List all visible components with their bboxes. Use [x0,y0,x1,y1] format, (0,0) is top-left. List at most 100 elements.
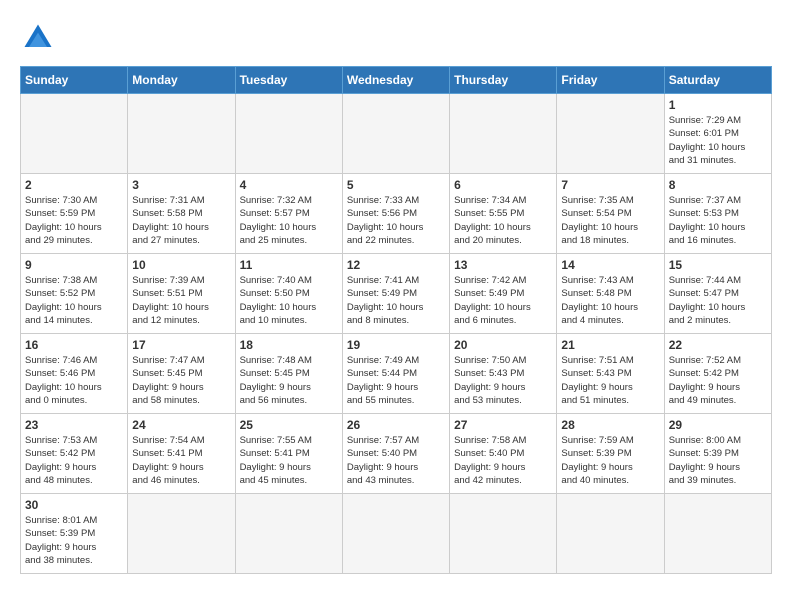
day-number: 6 [454,178,552,192]
weekday-wednesday: Wednesday [342,67,449,94]
day-number: 28 [561,418,659,432]
day-cell [664,494,771,574]
day-info: Sunrise: 7:49 AM Sunset: 5:44 PM Dayligh… [347,354,445,407]
day-cell: 14 Sunrise: 7:43 AM Sunset: 5:48 PM Dayli… [557,254,664,334]
weekday-thursday: Thursday [450,67,557,94]
day-info: Sunrise: 7:47 AM Sunset: 5:45 PM Dayligh… [132,354,230,407]
day-cell [235,494,342,574]
day-info: Sunrise: 7:57 AM Sunset: 5:40 PM Dayligh… [347,434,445,487]
day-number: 4 [240,178,338,192]
logo-icon [20,20,56,56]
day-number: 11 [240,258,338,272]
day-info: Sunrise: 7:34 AM Sunset: 5:55 PM Dayligh… [454,194,552,247]
day-cell: 28 Sunrise: 7:59 AM Sunset: 5:39 PM Dayli… [557,414,664,494]
day-number: 17 [132,338,230,352]
day-info: Sunrise: 7:46 AM Sunset: 5:46 PM Dayligh… [25,354,123,407]
day-cell: 25Sunrise: 7:55 AM Sunset: 5:41 PM Dayli… [235,414,342,494]
calendar-page: SundayMondayTuesdayWednesdayThursdayFrid… [0,0,792,584]
day-info: Sunrise: 7:48 AM Sunset: 5:45 PM Dayligh… [240,354,338,407]
week-row-5: 23 Sunrise: 7:53 AM Sunset: 5:42 PM Dayli… [21,414,772,494]
day-info: Sunrise: 7:32 AM Sunset: 5:57 PM Dayligh… [240,194,338,247]
week-row-2: 2Sunrise: 7:30 AM Sunset: 5:59 PM Daylig… [21,174,772,254]
day-cell: 21 Sunrise: 7:51 AM Sunset: 5:43 PM Dayli… [557,334,664,414]
day-info: Sunrise: 7:41 AM Sunset: 5:49 PM Dayligh… [347,274,445,327]
day-number: 12 [347,258,445,272]
day-cell [450,494,557,574]
day-cell: 27 Sunrise: 7:58 AM Sunset: 5:40 PM Dayli… [450,414,557,494]
day-info: Sunrise: 8:00 AM Sunset: 5:39 PM Dayligh… [669,434,767,487]
day-info: Sunrise: 7:44 AM Sunset: 5:47 PM Dayligh… [669,274,767,327]
weekday-tuesday: Tuesday [235,67,342,94]
day-info: Sunrise: 7:42 AM Sunset: 5:49 PM Dayligh… [454,274,552,327]
day-cell [450,94,557,174]
week-row-4: 16Sunrise: 7:46 AM Sunset: 5:46 PM Dayli… [21,334,772,414]
day-info: Sunrise: 7:50 AM Sunset: 5:43 PM Dayligh… [454,354,552,407]
day-cell: 2Sunrise: 7:30 AM Sunset: 5:59 PM Daylig… [21,174,128,254]
day-info: Sunrise: 7:51 AM Sunset: 5:43 PM Dayligh… [561,354,659,407]
day-number: 8 [669,178,767,192]
day-number: 19 [347,338,445,352]
day-info: Sunrise: 7:58 AM Sunset: 5:40 PM Dayligh… [454,434,552,487]
day-cell: 17 Sunrise: 7:47 AM Sunset: 5:45 PM Dayli… [128,334,235,414]
day-number: 23 [25,418,123,432]
day-info: Sunrise: 7:30 AM Sunset: 5:59 PM Dayligh… [25,194,123,247]
day-info: Sunrise: 7:38 AM Sunset: 5:52 PM Dayligh… [25,274,123,327]
day-cell: 6 Sunrise: 7:34 AM Sunset: 5:55 PM Daylig… [450,174,557,254]
day-info: Sunrise: 7:52 AM Sunset: 5:42 PM Dayligh… [669,354,767,407]
day-number: 10 [132,258,230,272]
day-cell [21,94,128,174]
day-cell: 20 Sunrise: 7:50 AM Sunset: 5:43 PM Dayli… [450,334,557,414]
day-cell: 29 Sunrise: 8:00 AM Sunset: 5:39 PM Dayli… [664,414,771,494]
weekday-sunday: Sunday [21,67,128,94]
weekday-saturday: Saturday [664,67,771,94]
day-cell: 8 Sunrise: 7:37 AM Sunset: 5:53 PM Daylig… [664,174,771,254]
day-cell: 9 Sunrise: 7:38 AM Sunset: 5:52 PM Daylig… [21,254,128,334]
day-info: Sunrise: 7:31 AM Sunset: 5:58 PM Dayligh… [132,194,230,247]
day-info: Sunrise: 7:29 AM Sunset: 6:01 PM Dayligh… [669,114,767,167]
day-info: Sunrise: 7:40 AM Sunset: 5:50 PM Dayligh… [240,274,338,327]
day-info: Sunrise: 7:39 AM Sunset: 5:51 PM Dayligh… [132,274,230,327]
day-info: Sunrise: 8:01 AM Sunset: 5:39 PM Dayligh… [25,514,123,567]
day-number: 20 [454,338,552,352]
day-info: Sunrise: 7:59 AM Sunset: 5:39 PM Dayligh… [561,434,659,487]
day-cell [342,494,449,574]
day-info: Sunrise: 7:37 AM Sunset: 5:53 PM Dayligh… [669,194,767,247]
weekday-friday: Friday [557,67,664,94]
day-number: 14 [561,258,659,272]
day-cell [128,94,235,174]
day-cell: 23 Sunrise: 7:53 AM Sunset: 5:42 PM Dayli… [21,414,128,494]
day-number: 25 [240,418,338,432]
day-cell: 18 Sunrise: 7:48 AM Sunset: 5:45 PM Dayli… [235,334,342,414]
day-cell [235,94,342,174]
weekday-header-row: SundayMondayTuesdayWednesdayThursdayFrid… [21,67,772,94]
day-number: 30 [25,498,123,512]
day-cell: 16Sunrise: 7:46 AM Sunset: 5:46 PM Dayli… [21,334,128,414]
day-info: Sunrise: 7:43 AM Sunset: 5:48 PM Dayligh… [561,274,659,327]
day-cell: 4 Sunrise: 7:32 AM Sunset: 5:57 PM Daylig… [235,174,342,254]
day-info: Sunrise: 7:53 AM Sunset: 5:42 PM Dayligh… [25,434,123,487]
day-number: 21 [561,338,659,352]
day-cell [342,94,449,174]
day-cell: 13 Sunrise: 7:42 AM Sunset: 5:49 PM Dayli… [450,254,557,334]
week-row-3: 9 Sunrise: 7:38 AM Sunset: 5:52 PM Daylig… [21,254,772,334]
day-number: 9 [25,258,123,272]
day-number: 27 [454,418,552,432]
day-number: 26 [347,418,445,432]
day-cell: 11 Sunrise: 7:40 AM Sunset: 5:50 PM Dayli… [235,254,342,334]
day-number: 5 [347,178,445,192]
calendar-table: SundayMondayTuesdayWednesdayThursdayFrid… [20,66,772,574]
day-number: 18 [240,338,338,352]
day-number: 3 [132,178,230,192]
day-number: 13 [454,258,552,272]
day-number: 1 [669,98,767,112]
day-cell [128,494,235,574]
day-cell: 30 Sunrise: 8:01 AM Sunset: 5:39 PM Dayli… [21,494,128,574]
weekday-monday: Monday [128,67,235,94]
day-info: Sunrise: 7:33 AM Sunset: 5:56 PM Dayligh… [347,194,445,247]
logo [20,20,60,56]
day-number: 29 [669,418,767,432]
day-info: Sunrise: 7:54 AM Sunset: 5:41 PM Dayligh… [132,434,230,487]
day-cell: 26 Sunrise: 7:57 AM Sunset: 5:40 PM Dayli… [342,414,449,494]
day-number: 7 [561,178,659,192]
day-cell [557,494,664,574]
